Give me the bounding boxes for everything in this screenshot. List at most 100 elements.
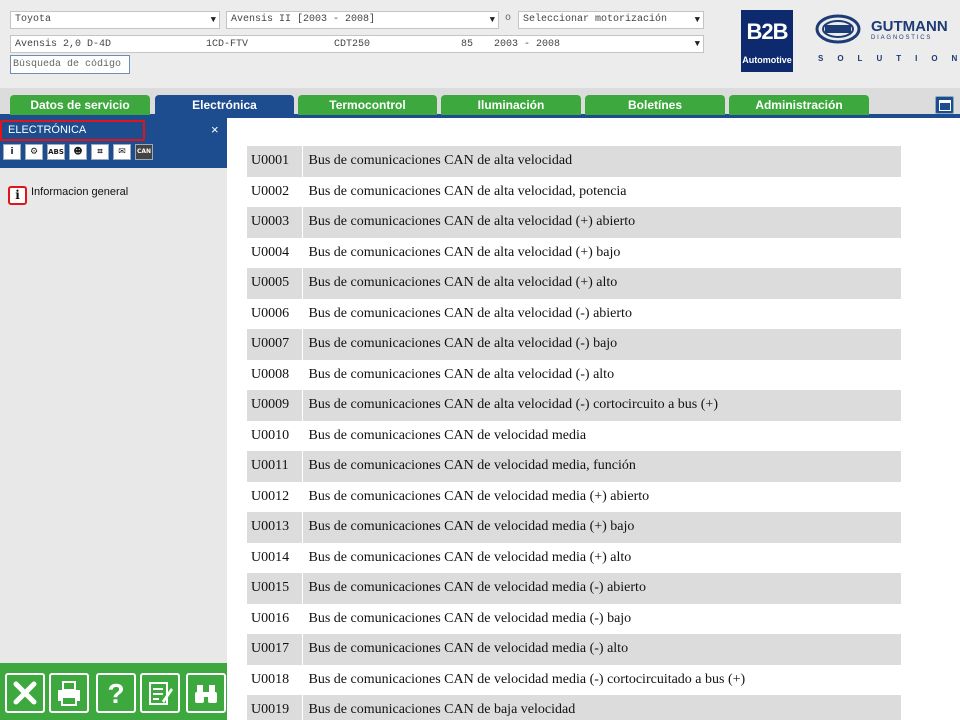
can-icon[interactable]: CAN [135,144,153,160]
info-icon: i [8,186,27,205]
table-row[interactable]: U0006 Bus de comunicaciones CAN de alta v… [247,298,901,329]
table-row[interactable]: U0007 Bus de comunicaciones CAN de alta v… [247,329,901,360]
make-select[interactable]: Toyota ▼ [10,11,220,29]
tab-electronica[interactable]: Electrónica [155,95,294,116]
b2b-automotive-logo: B2B Automotive [741,10,793,72]
search-input[interactable] [10,55,130,74]
fault-description: Bus de comunicaciones CAN de alta veloci… [308,366,615,382]
hella-logo [815,14,861,44]
fault-code: U0014 [247,542,303,573]
help-icon: ? [107,678,124,709]
table-row[interactable]: U0017 Bus de comunicaciones CAN de veloci… [247,634,901,665]
table-row[interactable]: U0014 Bus de comunicaciones CAN de veloci… [247,542,901,573]
tab-datos-de-servicio[interactable]: Datos de servicio [10,95,150,115]
sidebar-header: ELECTRÓNICA × i ⚙ ABS ☻ ⌗ ✉ CAN [0,118,227,168]
fault-code: U0007 [247,329,303,360]
fault-code: U0001 [247,146,303,177]
sidebar: ELECTRÓNICA × i ⚙ ABS ☻ ⌗ ✉ CAN i Inform… [0,118,227,720]
fault-description: Bus de comunicaciones CAN de velocidad m… [302,451,901,482]
fault-code: U0010 [247,420,303,451]
engine-name: Avensis 2,0 D-4D [15,39,112,50]
gutmann-logo-text: GUTMANN [871,18,948,35]
engine-years: 2003 - 2008 [494,39,561,50]
notes-button[interactable] [140,673,180,713]
fault-code: U0016 [247,603,303,634]
fault-description: Bus de comunicaciones CAN de velocidad m… [302,634,901,665]
sidebar-title: ELECTRÓNICA [0,120,145,141]
fault-code: U0006 [247,298,303,329]
table-row[interactable]: U0016 Bus de comunicaciones CAN de veloci… [247,603,901,634]
table-row[interactable]: U0002 Bus de comunicaciones CAN de alta v… [247,176,901,207]
fault-code: U0008 [247,359,303,390]
tab-boletines[interactable]: Boletínes [585,95,725,115]
fault-description: Bus de comunicaciones CAN de velocidad m… [308,549,632,565]
engine-code: 1CD-FTV [206,39,249,50]
close-icon [13,681,37,705]
sidebar-close-icon[interactable]: × [211,122,219,137]
fault-code: U0011 [247,451,303,482]
fault-description: Bus de comunicaciones CAN de velocidad m… [308,671,746,687]
table-row[interactable]: U0012 Bus de comunicaciones CAN de veloci… [247,481,901,512]
binoculars-icon [195,685,217,703]
fault-description: Bus de comunicaciones CAN de alta veloci… [308,244,621,260]
fault-code: U0009 [247,390,303,421]
info-icon[interactable]: i [3,144,21,160]
engine-select-placeholder: Seleccionar motorización [523,14,668,25]
or-label: o [505,13,512,24]
tab-iluminacion[interactable]: Iluminación [441,95,581,115]
fault-code: U0013 [247,512,303,543]
comfort-icon[interactable]: ✉ [113,144,131,160]
fault-code: U0017 [247,634,303,665]
close-button[interactable] [5,673,45,713]
chevron-down-icon: ▼ [694,39,700,49]
type-code: CDT250 [334,39,371,50]
gearbox-icon[interactable]: ⌗ [91,144,109,160]
table-row[interactable]: U0009 Bus de comunicaciones CAN de alta v… [247,390,901,421]
table-row[interactable]: U0011 Bus de comunicaciones CAN de veloci… [247,451,901,482]
gutmann-logo: GUTMANN DIAGNOSTICS [871,18,948,42]
table-row[interactable]: U0008 Bus de comunicaciones CAN de alta v… [247,359,901,390]
table-row[interactable]: U0013 Bus de comunicaciones CAN de veloci… [247,512,901,543]
fault-description: Bus de comunicaciones CAN de velocidad m… [302,573,901,604]
abs-icon[interactable]: ABS [47,144,65,160]
engine-icon[interactable]: ⚙ [25,144,43,160]
table-row[interactable]: U0018 Bus de comunicaciones CAN de veloci… [247,664,901,695]
fault-description: Bus de comunicaciones CAN de alta veloci… [302,146,901,177]
print-button[interactable] [49,673,89,713]
tab-administracion[interactable]: Administración [729,95,869,115]
engine-power: 85 [461,39,474,50]
notes-icon [149,682,173,705]
chevron-down-icon: ▼ [694,15,700,25]
fault-description: Bus de comunicaciones CAN de alta veloci… [308,183,627,199]
fault-code: U0018 [247,664,303,695]
fault-code: U0002 [247,176,303,207]
table-row[interactable]: U0005 Bus de comunicaciones CAN de alta v… [247,268,901,299]
table-row[interactable]: U0010 Bus de comunicaciones CAN de veloci… [247,420,901,451]
fault-description: Bus de comunicaciones CAN de alta veloci… [308,305,632,321]
model-select[interactable]: Avensis II [2003 - 2008] ▼ [226,11,499,29]
fault-code: U0015 [247,573,303,604]
engine-select[interactable]: Seleccionar motorización ▼ [518,11,704,29]
fault-description: Bus de comunicaciones CAN de alta veloci… [302,329,901,360]
collapse-panel-button[interactable] [935,96,954,114]
fault-description: Bus de comunicaciones CAN de velocidad m… [302,512,901,543]
make-select-value: Toyota [15,14,52,25]
chevron-down-icon: ▼ [489,15,495,25]
table-row[interactable]: U0019 Bus de comunicaciones CAN de baja v… [247,695,901,720]
airbag-icon[interactable]: ☻ [69,144,87,160]
table-row[interactable]: U0001 Bus de comunicaciones CAN de alta v… [247,146,901,177]
help-button[interactable]: ? [96,673,136,713]
gutmann-logo-subtext: DIAGNOSTICS [871,35,933,41]
code-list-panel: U0001 Bus de comunicaciones CAN de alta v… [227,118,960,720]
header-bar: Toyota ▼ Avensis II [2003 - 2008] ▼ o Se… [0,0,960,88]
fault-description: Bus de comunicaciones CAN de velocidad m… [308,427,587,443]
table-row[interactable]: U0004 Bus de comunicaciones CAN de alta v… [247,237,901,268]
fault-code-table: U0001 Bus de comunicaciones CAN de alta v… [247,146,901,720]
search-vehicle-button[interactable] [186,673,226,713]
solutions-logo-text: SOLUTIONS [818,54,960,63]
tab-termocontrol[interactable]: Termocontrol [298,95,437,115]
table-row[interactable]: U0015 Bus de comunicaciones CAN de veloci… [247,573,901,604]
table-row[interactable]: U0003 Bus de comunicaciones CAN de alta v… [247,207,901,238]
fault-description: Bus de comunicaciones CAN de alta veloci… [302,390,901,421]
engine-detail-select[interactable]: Avensis 2,0 D-4D 1CD-FTV CDT250 85 2003 … [10,35,704,53]
